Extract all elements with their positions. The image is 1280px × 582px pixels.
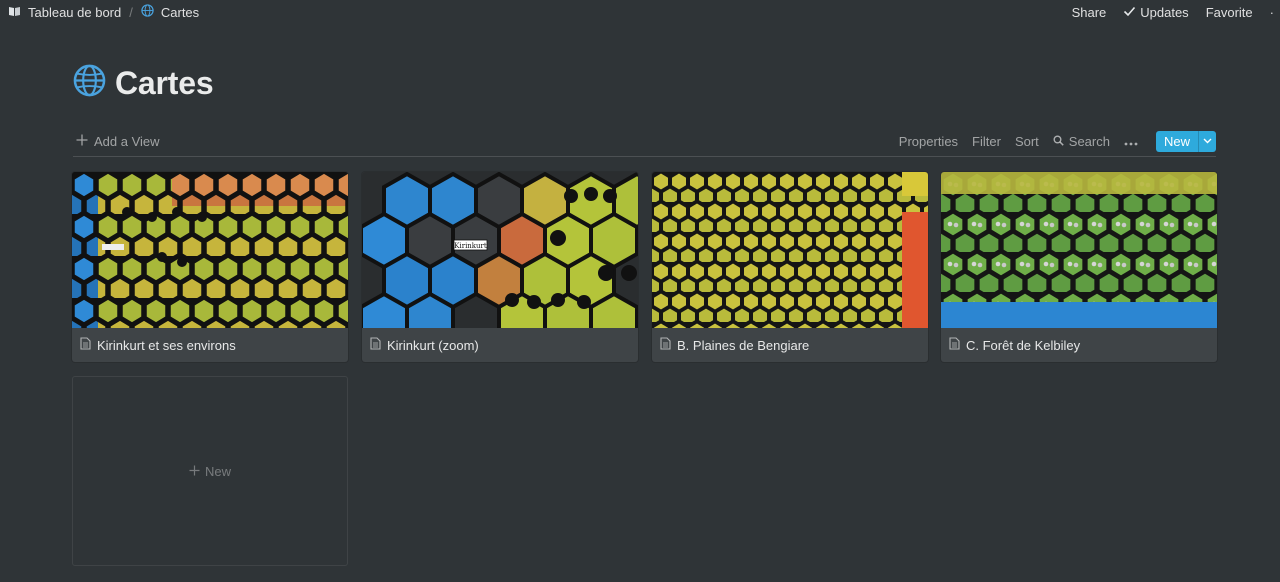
search-label: Search	[1068, 133, 1110, 149]
view-tools: Properties Filter Sort Search New	[899, 130, 1216, 152]
updates-button[interactable]: Updates	[1123, 4, 1189, 20]
globe-icon	[73, 64, 106, 102]
breadcrumb: Tableau de bord / Cartes	[8, 4, 199, 20]
card-title-label: C. Forêt de Kelbiley	[966, 337, 1081, 353]
gallery-card[interactable]: Kirinkurt et ses environs	[72, 172, 348, 362]
add-view-button[interactable]: Add a View	[73, 134, 160, 149]
view-toolbar: Add a View Properties Filter Sort Search…	[73, 126, 1216, 157]
search-icon	[1053, 134, 1064, 149]
page-icon	[370, 337, 381, 353]
filter-button[interactable]: Filter	[972, 134, 1001, 149]
sort-button[interactable]: Sort	[1015, 134, 1039, 149]
card-cover-image: Kirinkurt	[362, 172, 638, 328]
check-icon	[1123, 5, 1136, 20]
gallery-card[interactable]: B. Plaines de Bengiare	[652, 172, 928, 362]
book-icon	[8, 5, 21, 20]
breadcrumb-separator: /	[129, 4, 133, 20]
card-title-label: Kirinkurt et ses environs	[97, 337, 236, 353]
card-cover-image	[941, 172, 1217, 328]
chevron-down-icon[interactable]	[1198, 130, 1216, 152]
top-actions: Share Updates Favorite ·	[1072, 5, 1274, 20]
page-icon	[660, 337, 671, 353]
new-button-label: New	[1163, 133, 1190, 149]
gallery-card[interactable]: Kirinkurt Kirinkurt (zoom)	[362, 172, 638, 362]
top-bar: Tableau de bord / Cartes Share Updates F…	[0, 0, 1280, 24]
breadcrumb-label: Cartes	[160, 4, 200, 20]
new-card-button[interactable]: New	[72, 376, 348, 566]
card-cover-image	[72, 172, 348, 328]
card-title: B. Plaines de Bengiare	[652, 328, 928, 362]
new-button[interactable]: New	[1155, 130, 1216, 152]
add-view-label: Add a View	[94, 133, 160, 149]
card-title-label: Kirinkurt (zoom)	[387, 337, 479, 353]
more-options-icon[interactable]	[1124, 134, 1138, 149]
map-label: Kirinkurt	[454, 242, 487, 250]
page-title: Cartes	[115, 64, 214, 101]
card-title-label: B. Plaines de Bengiare	[677, 337, 810, 353]
page-icon	[80, 337, 91, 353]
more-icon[interactable]: ·	[1270, 5, 1274, 20]
globe-icon	[141, 4, 154, 20]
card-title: Kirinkurt (zoom)	[362, 328, 638, 362]
updates-label: Updates	[1140, 4, 1189, 20]
card-title: C. Forêt de Kelbiley	[941, 328, 1217, 362]
card-cover-image	[652, 172, 928, 328]
share-button[interactable]: Share	[1072, 5, 1107, 20]
plus-icon	[189, 464, 200, 479]
plus-icon	[76, 134, 88, 149]
page-icon	[949, 337, 960, 353]
search-button[interactable]: Search	[1053, 134, 1110, 149]
page-header: Cartes	[73, 64, 214, 102]
card-title: Kirinkurt et ses environs	[72, 328, 348, 362]
breadcrumb-label: Tableau de bord	[28, 4, 122, 20]
breadcrumb-item-parent[interactable]: Tableau de bord	[8, 5, 121, 20]
new-card-label: New	[204, 463, 231, 479]
breadcrumb-item-current[interactable]: Cartes	[141, 4, 199, 20]
favorite-button[interactable]: Favorite	[1206, 5, 1253, 20]
gallery-card[interactable]: C. Forêt de Kelbiley	[941, 172, 1217, 362]
properties-button[interactable]: Properties	[899, 134, 958, 149]
